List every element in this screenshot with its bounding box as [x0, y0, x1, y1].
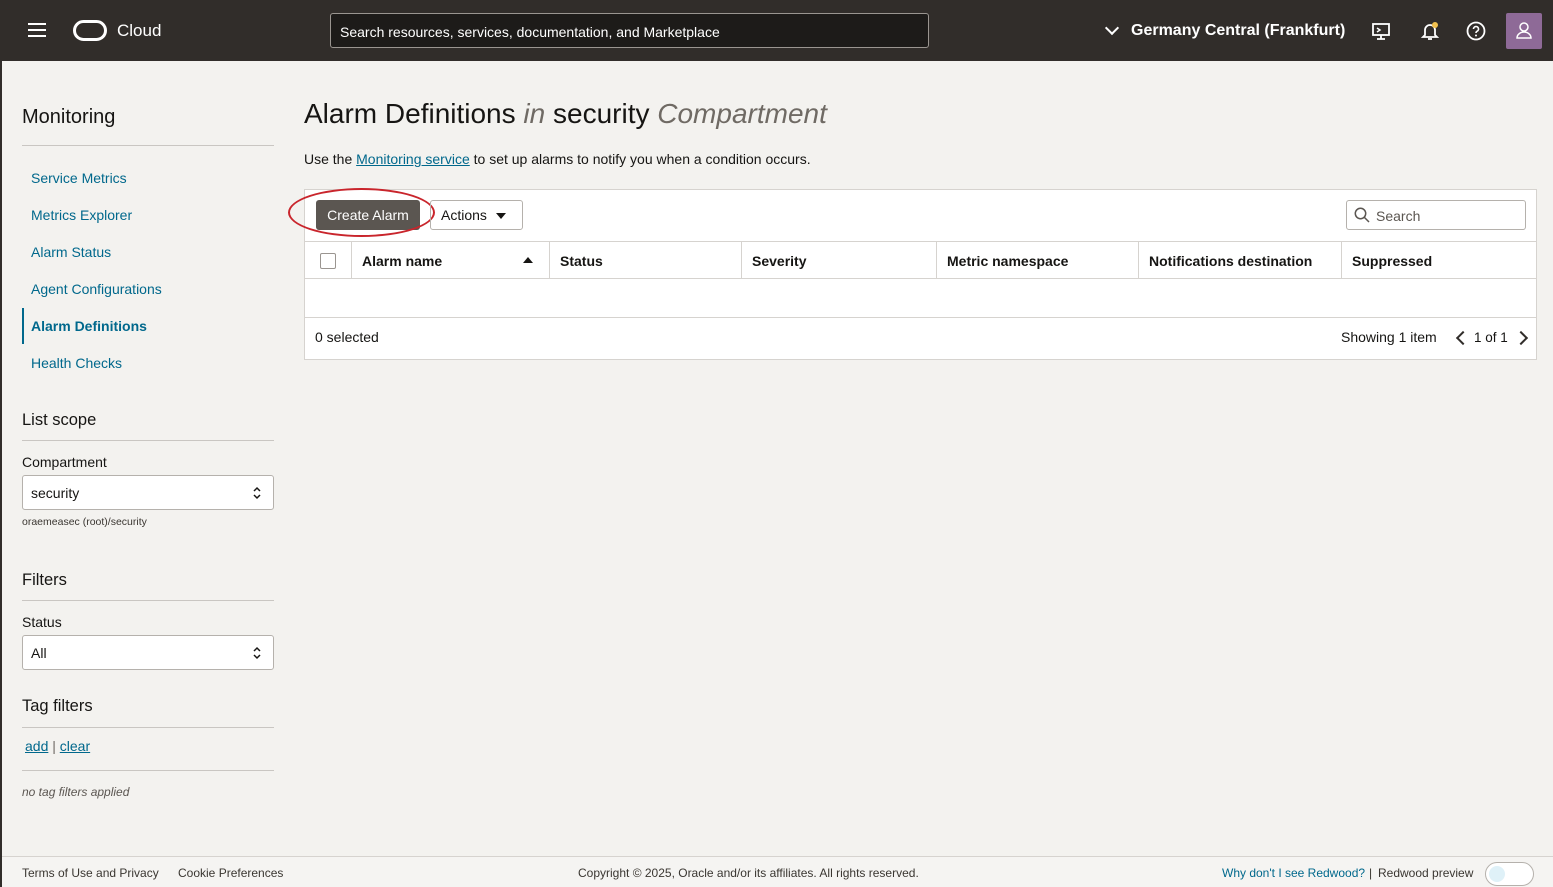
- page-description: Use the Monitoring service to set up ala…: [304, 151, 811, 167]
- redwood-preview-label: Redwood preview: [1378, 866, 1474, 880]
- actions-menu-button[interactable]: Actions: [430, 200, 523, 230]
- sidebar-item-alarm-status[interactable]: Alarm Status: [22, 234, 274, 270]
- user-avatar[interactable]: [1506, 13, 1542, 49]
- divider: [22, 440, 274, 441]
- top-bar: Cloud Search resources, services, docume…: [2, 0, 1553, 61]
- divider: [22, 770, 274, 771]
- selected-count: 0 selected: [315, 329, 379, 345]
- column-label: Alarm name: [362, 253, 443, 269]
- list-scope-title: List scope: [22, 411, 97, 429]
- column-header-status[interactable]: Status: [549, 242, 741, 279]
- previous-page-icon[interactable]: [1455, 330, 1471, 346]
- footer: Terms of Use and Privacy Cookie Preferen…: [2, 856, 1553, 887]
- status-filter-value: All: [31, 645, 47, 661]
- sort-ascending-icon: [523, 257, 533, 263]
- column-header-alarm-name[interactable]: Alarm name: [351, 242, 549, 279]
- cookie-preferences-link[interactable]: Cookie Preferences: [178, 866, 283, 880]
- table-empty-row: [305, 279, 1536, 318]
- separator: |: [52, 738, 56, 754]
- add-tag-filter-link[interactable]: add: [25, 738, 48, 754]
- region-label: Germany Central (Frankfurt): [1131, 22, 1346, 39]
- terms-link[interactable]: Terms of Use and Privacy: [22, 866, 159, 880]
- sidebar-item-metrics-explorer[interactable]: Metrics Explorer: [22, 197, 274, 233]
- help-icon[interactable]: [1465, 20, 1487, 42]
- search-icon: [1354, 207, 1370, 223]
- column-header-metric-namespace[interactable]: Metric namespace: [936, 242, 1138, 279]
- clear-tag-filters-link[interactable]: clear: [60, 738, 90, 754]
- status-filter-select[interactable]: All: [22, 635, 274, 670]
- cloud-shell-icon[interactable]: [1370, 20, 1392, 42]
- page-title-main: Alarm Definitions: [304, 98, 516, 129]
- brand-name[interactable]: Cloud: [117, 21, 161, 41]
- redwood-info-link[interactable]: Why don't I see Redwood?: [1222, 866, 1365, 880]
- tag-filters-title: Tag filters: [22, 697, 93, 715]
- sidebar-item-health-checks[interactable]: Health Checks: [22, 345, 274, 381]
- no-tag-filters-text: no tag filters applied: [22, 785, 130, 799]
- divider: [22, 727, 274, 728]
- separator: |: [1369, 866, 1373, 880]
- redwood-preview-toggle[interactable]: [1485, 862, 1534, 886]
- next-page-icon[interactable]: [1513, 330, 1529, 346]
- hamburger-menu-icon[interactable]: [28, 23, 46, 37]
- sidebar-title: Monitoring: [22, 106, 116, 128]
- chevron-down-icon: [1104, 20, 1120, 36]
- compartment-label: Compartment: [22, 454, 107, 470]
- oracle-logo-icon[interactable]: [73, 20, 107, 41]
- desc-suffix: to set up alarms to notify you when a co…: [473, 151, 811, 167]
- alarms-table-panel: Create Alarm Actions Search Alarm name S…: [288, 188, 1537, 360]
- user-icon: [1516, 22, 1532, 39]
- page-title-in: in: [523, 98, 546, 129]
- desc-prefix: Use the: [304, 151, 353, 167]
- status-filter-label: Status: [22, 614, 62, 630]
- up-down-chevron-icon: [253, 486, 261, 500]
- page-title-compartment-word: Compartment: [657, 98, 827, 129]
- global-search-input[interactable]: Search resources, services, documentatio…: [330, 13, 929, 48]
- column-header-notifications-destination[interactable]: Notifications destination: [1138, 242, 1341, 279]
- actions-label: Actions: [441, 207, 487, 223]
- region-selector[interactable]: Germany Central (Frankfurt): [1102, 20, 1345, 42]
- column-header-severity[interactable]: Severity: [741, 242, 936, 279]
- filters-title: Filters: [22, 571, 67, 589]
- sidebar-item-service-metrics[interactable]: Service Metrics: [22, 160, 274, 196]
- table-search-input[interactable]: Search: [1346, 200, 1526, 230]
- showing-count: Showing 1 item: [1341, 329, 1437, 345]
- sidebar-item-alarm-definitions[interactable]: Alarm Definitions: [22, 308, 274, 344]
- up-down-chevron-icon: [253, 646, 261, 660]
- divider: [22, 145, 274, 146]
- divider: [22, 600, 274, 601]
- sidebar-item-agent-configurations[interactable]: Agent Configurations: [22, 271, 274, 307]
- select-all-checkbox[interactable]: [320, 253, 336, 269]
- create-alarm-button[interactable]: Create Alarm: [316, 200, 420, 230]
- notifications-bell-icon[interactable]: [1419, 20, 1441, 42]
- caret-down-icon: [496, 213, 506, 219]
- table-search-placeholder: Search: [1376, 208, 1421, 224]
- copyright-text: Copyright © 2025, Oracle and/or its affi…: [578, 866, 919, 880]
- page-title-compartment-name: security: [553, 98, 650, 129]
- page-title: Alarm Definitions in security Compartmen…: [304, 98, 827, 130]
- tag-filter-links: add | clear: [25, 738, 90, 754]
- compartment-path: oraemeasec (root)/security: [22, 516, 147, 528]
- column-header-suppressed[interactable]: Suppressed: [1341, 242, 1536, 279]
- table-header: Alarm name Status Severity Metric namesp…: [305, 241, 1536, 279]
- compartment-value: security: [31, 485, 80, 501]
- monitoring-service-link[interactable]: Monitoring service: [356, 151, 470, 167]
- page-indicator: 1 of 1: [1474, 330, 1508, 345]
- compartment-select[interactable]: security: [22, 475, 274, 510]
